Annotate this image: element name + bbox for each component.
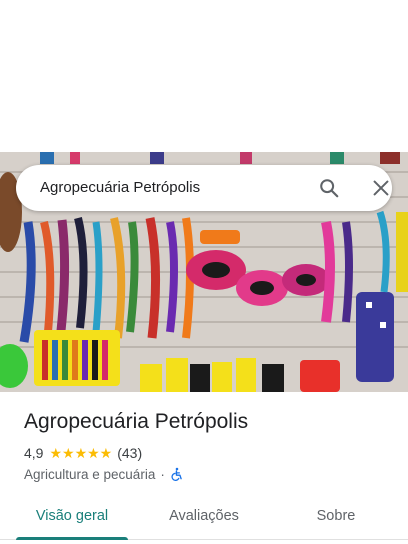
place-category: Agricultura e pecuária	[24, 466, 156, 482]
tab-about-label: Sobre	[316, 508, 356, 524]
search-icon[interactable]	[318, 177, 340, 199]
search-bar[interactable]: Agropecuária Petrópolis	[16, 165, 392, 211]
star-rating: ★★★★★	[49, 446, 113, 460]
tab-overview[interactable]: Visão geral	[16, 494, 128, 540]
wheelchair-icon	[170, 467, 184, 481]
map-area-blank	[0, 0, 408, 152]
separator-dot: ·	[160, 466, 165, 482]
tab-reviews[interactable]: Avaliações	[148, 494, 260, 538]
category-row: Agricultura e pecuária ·	[24, 465, 184, 483]
tab-overview-label: Visão geral	[35, 508, 109, 524]
review-count[interactable]: (43)	[117, 445, 142, 461]
close-icon[interactable]	[370, 177, 392, 199]
rating-row[interactable]: 4,9 ★★★★★ (43)	[24, 444, 142, 462]
tab-reviews-label: Avaliações	[169, 508, 239, 524]
active-tab-indicator	[16, 537, 128, 540]
rating-value: 4,9	[24, 445, 44, 461]
stars-icon: ★★★★★	[49, 445, 113, 461]
place-tabs: Visão geral Avaliações Sobre	[0, 494, 408, 540]
search-input[interactable]: Agropecuária Petrópolis	[40, 179, 200, 196]
place-title: Agropecuária Petrópolis	[24, 410, 249, 433]
tab-about[interactable]: Sobre	[280, 494, 392, 538]
